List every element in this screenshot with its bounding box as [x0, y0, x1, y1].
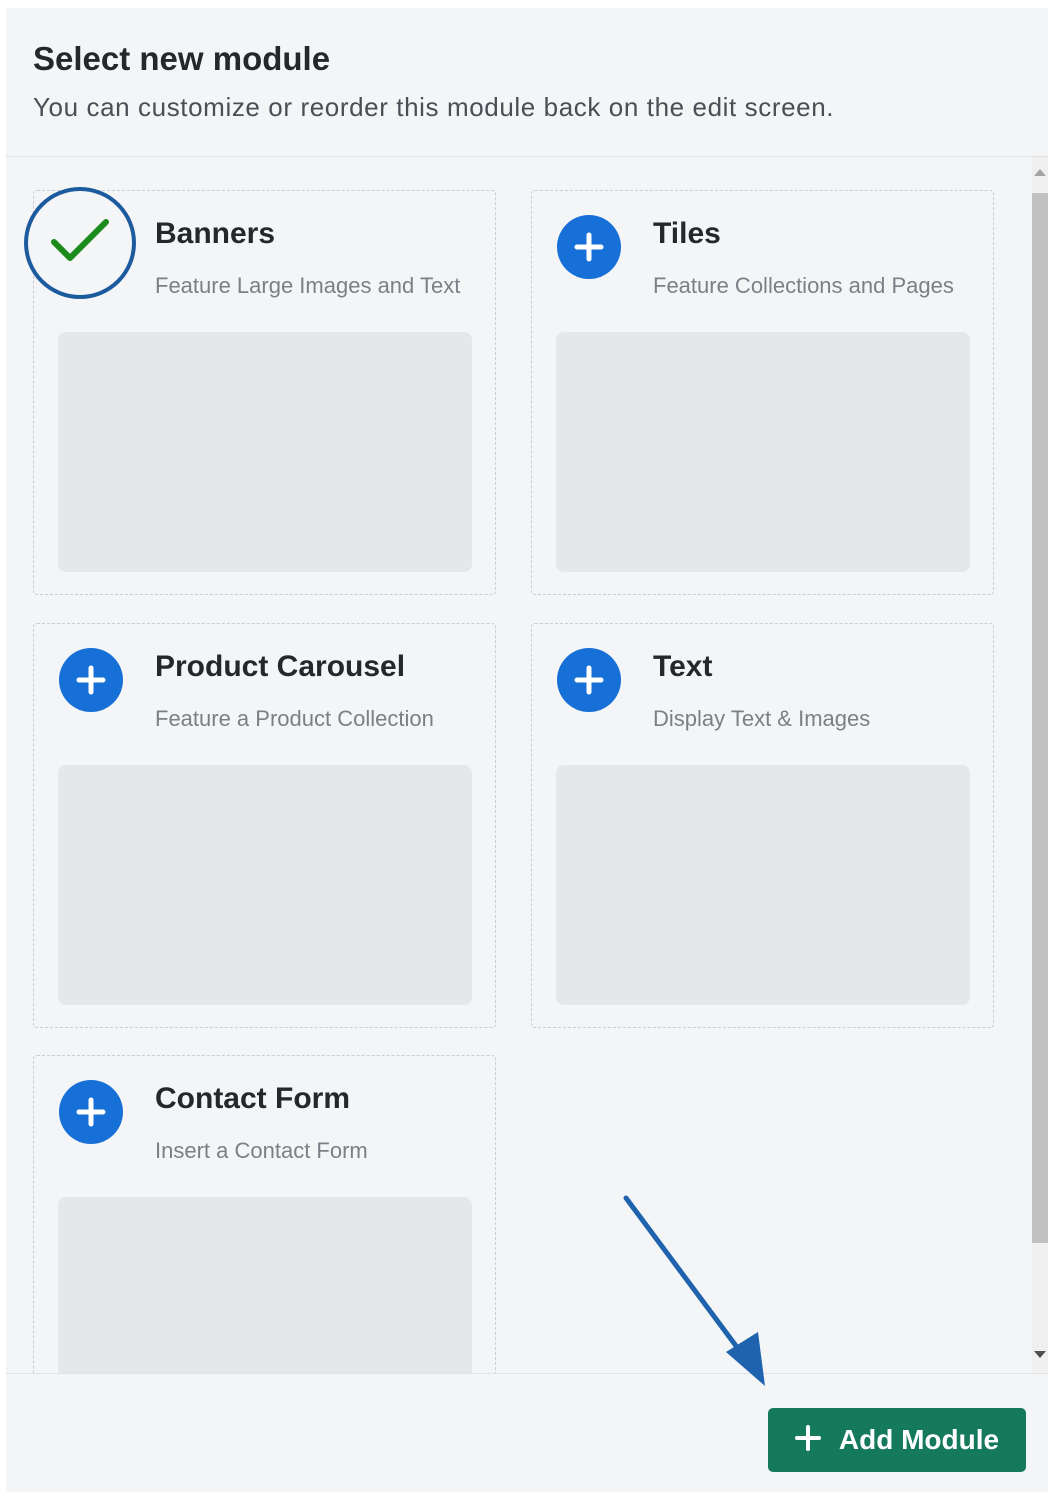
add-module-tiles-button[interactable] [557, 215, 621, 279]
module-title: Contact Form [155, 1082, 350, 1115]
add-module-text-button[interactable] [557, 648, 621, 712]
module-title: Text [653, 650, 713, 683]
module-description: Feature a Product Collection [155, 706, 434, 731]
plus-icon [76, 1097, 106, 1127]
module-description: Feature Large Images and Text [155, 273, 461, 298]
module-card-banners[interactable]: Banners Feature Large Images and Text [24, 187, 496, 595]
module-title: Product Carousel [155, 650, 406, 683]
module-preview [58, 765, 472, 1005]
module-description: Display Text & Images [653, 706, 871, 731]
plus-icon [574, 665, 604, 695]
add-module-button-label: Add Module [838, 1424, 1000, 1455]
module-title: Banners [155, 217, 276, 250]
module-card-text[interactable]: Text Display Text & Images [531, 623, 994, 1028]
module-preview [556, 765, 970, 1005]
module-list: Banners Feature Large Images and Text Ti… [6, 157, 1048, 1373]
scroll-up-arrow-icon[interactable] [1034, 169, 1046, 176]
selected-indicator[interactable] [24, 187, 136, 299]
plus-icon [574, 232, 604, 262]
module-preview [58, 332, 472, 572]
module-preview [556, 332, 970, 572]
module-card-product-carousel[interactable]: Product Carousel Feature a Product Colle… [33, 623, 496, 1028]
plus-icon [794, 1424, 821, 1456]
module-card-tiles[interactable]: Tiles Feature Collections and Pages [531, 190, 994, 595]
module-description: Feature Collections and Pages [653, 273, 954, 298]
dialog-title: Select new module [33, 40, 331, 77]
check-icon [50, 218, 110, 269]
vertical-scrollbar[interactable] [1028, 157, 1048, 1373]
dialog-subtitle: You can customize or reorder this module… [33, 92, 835, 122]
scrollbar-thumb[interactable] [1032, 193, 1048, 1243]
dialog-footer: Add Module [6, 1373, 1048, 1492]
module-description: Insert a Contact Form [155, 1138, 368, 1163]
select-module-dialog: Select new module You can customize or r… [6, 8, 1048, 1492]
module-preview [58, 1197, 472, 1373]
add-module-button[interactable]: Add Module [768, 1408, 1026, 1472]
dialog-header: Select new module You can customize or r… [6, 8, 1048, 157]
scroll-down-arrow-icon[interactable] [1034, 1351, 1046, 1358]
add-module-contact-form-button[interactable] [59, 1080, 123, 1144]
module-title: Tiles [653, 217, 721, 250]
plus-icon [76, 665, 106, 695]
add-module-product-carousel-button[interactable] [59, 648, 123, 712]
module-card-contact-form[interactable]: Contact Form Insert a Contact Form [33, 1055, 496, 1373]
